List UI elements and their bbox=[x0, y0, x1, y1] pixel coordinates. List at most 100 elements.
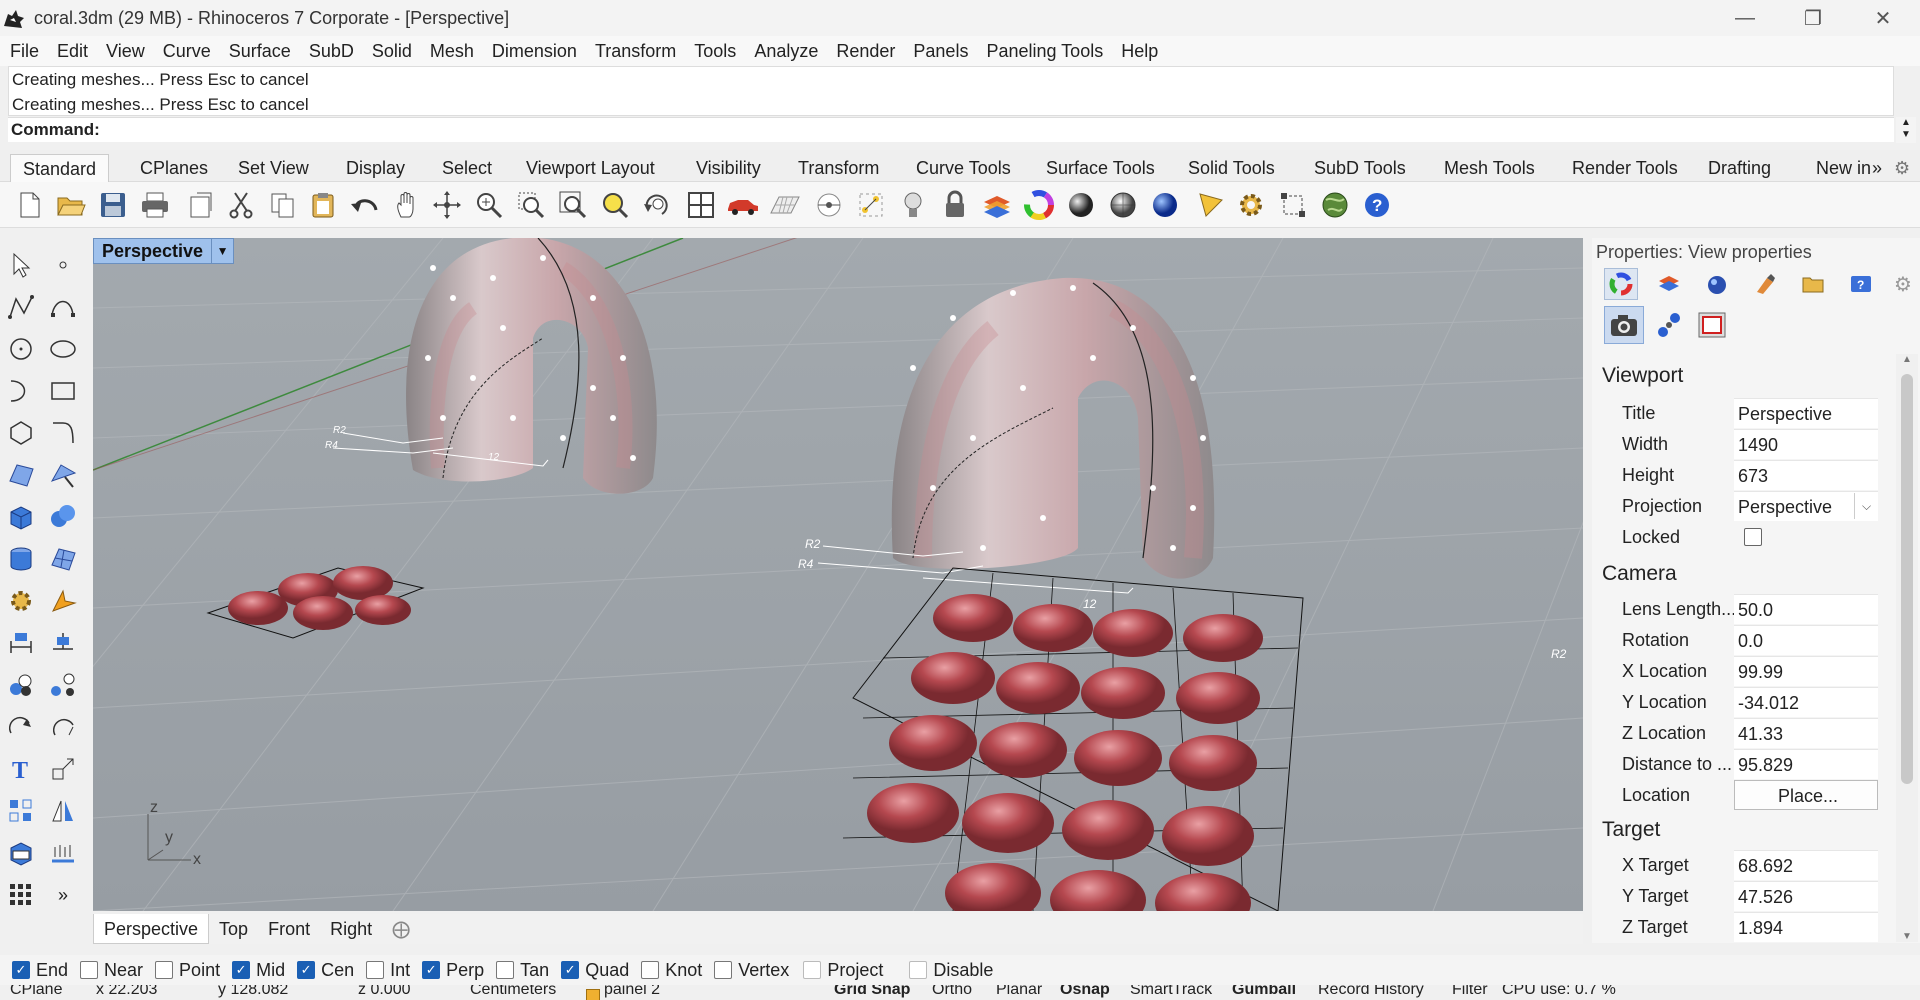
menu-file[interactable]: File bbox=[4, 41, 51, 62]
menu-tools[interactable]: Tools bbox=[688, 41, 748, 62]
fillet-curve-icon[interactable] bbox=[44, 414, 82, 452]
command-scroller[interactable]: ▲ ▼ bbox=[1896, 117, 1916, 143]
mesh-icon[interactable] bbox=[44, 540, 82, 578]
display-panel-icon[interactable] bbox=[1748, 268, 1782, 300]
status-cplane[interactable]: CPlane bbox=[10, 985, 62, 1000]
viewport-tab-right[interactable]: Right bbox=[320, 914, 382, 944]
scroll-down-icon[interactable]: ▼ bbox=[1896, 931, 1918, 942]
polyline-icon[interactable] bbox=[2, 288, 40, 326]
expand-palette-icon[interactable]: » bbox=[44, 876, 82, 914]
osnap-mid[interactable]: ✓ Mid bbox=[232, 960, 285, 981]
checkbox-checked-icon[interactable]: ✓ bbox=[297, 961, 316, 979]
menu-analyze[interactable]: Analyze bbox=[748, 41, 830, 62]
rendered-ball-icon[interactable] bbox=[1106, 188, 1140, 222]
open-icon[interactable] bbox=[54, 188, 88, 222]
object-properties-icon[interactable] bbox=[1604, 268, 1638, 300]
filter-toggle[interactable]: Filter bbox=[1452, 985, 1488, 1000]
curve-icon[interactable] bbox=[44, 288, 82, 326]
osnap-int[interactable]: Int bbox=[366, 960, 410, 981]
menu-view[interactable]: View bbox=[100, 41, 157, 62]
tab-visibility[interactable]: Visibility bbox=[684, 154, 773, 182]
dim-icon[interactable] bbox=[1276, 188, 1310, 222]
close-button[interactable]: ✕ bbox=[1848, 0, 1918, 36]
rotate3d-icon[interactable] bbox=[44, 708, 82, 746]
rectangle-icon[interactable] bbox=[44, 372, 82, 410]
analysis-icon[interactable] bbox=[1194, 188, 1228, 222]
render-sphere-icon[interactable] bbox=[1148, 188, 1182, 222]
menu-help[interactable]: Help bbox=[1115, 41, 1170, 62]
scale-icon[interactable] bbox=[44, 750, 82, 788]
tab-mesh-tools[interactable]: Mesh Tools bbox=[1432, 154, 1547, 182]
globe-icon[interactable] bbox=[1318, 188, 1352, 222]
pan-icon[interactable] bbox=[390, 188, 424, 222]
osnap-toggle[interactable]: Osnap bbox=[1060, 985, 1110, 1000]
record-history-toggle[interactable]: Record History bbox=[1318, 985, 1424, 1000]
tab-transform[interactable]: Transform bbox=[786, 154, 891, 182]
minimize-button[interactable]: — bbox=[1710, 0, 1780, 36]
height-field[interactable]: 673 bbox=[1734, 460, 1878, 490]
title-field[interactable]: Perspective bbox=[1734, 398, 1878, 428]
files-panel-icon[interactable] bbox=[1796, 268, 1830, 300]
tab-viewport-layout[interactable]: Viewport Layout bbox=[514, 154, 667, 182]
mirror-icon[interactable] bbox=[44, 792, 82, 830]
circle-icon[interactable] bbox=[2, 330, 40, 368]
menu-transform[interactable]: Transform bbox=[589, 41, 688, 62]
group-icon[interactable] bbox=[2, 666, 40, 704]
properties-scrollbar[interactable]: ▲ ▼ bbox=[1896, 354, 1918, 942]
panel-settings-gear-icon[interactable]: ⚙ bbox=[1886, 268, 1920, 300]
transform-gear-icon[interactable] bbox=[2, 582, 40, 620]
point-icon[interactable] bbox=[854, 188, 888, 222]
osnap-quad[interactable]: ✓ Quad bbox=[561, 960, 629, 981]
layer-color-swatch[interactable] bbox=[586, 989, 600, 1000]
help-panel-icon[interactable]: ? bbox=[1844, 268, 1878, 300]
more-tabs-icon[interactable]: » bbox=[1868, 154, 1886, 182]
cylinder-icon[interactable] bbox=[2, 540, 40, 578]
lens-length-field[interactable]: 50.0 bbox=[1734, 594, 1878, 624]
zoom-window-icon[interactable] bbox=[514, 188, 548, 222]
checkbox-icon[interactable] bbox=[641, 961, 660, 979]
light-icon[interactable] bbox=[896, 188, 930, 222]
tab-standard[interactable]: Standard bbox=[10, 154, 110, 182]
tab-solid-tools[interactable]: Solid Tools bbox=[1176, 154, 1287, 182]
menu-mesh[interactable]: Mesh bbox=[424, 41, 486, 62]
osnap-tan[interactable]: Tan bbox=[496, 960, 549, 981]
z-target-field[interactable]: 1.894 bbox=[1734, 912, 1878, 942]
scroll-up-icon[interactable]: ▲ bbox=[1896, 117, 1916, 129]
viewport-tab-front[interactable]: Front bbox=[258, 914, 320, 944]
osnap-vertex[interactable]: Vertex bbox=[714, 960, 789, 981]
distance-field[interactable]: 95.829 bbox=[1734, 749, 1878, 779]
osnap-cen[interactable]: ✓ Cen bbox=[297, 960, 354, 981]
cplane-icon[interactable] bbox=[812, 188, 846, 222]
checkbox-icon[interactable] bbox=[714, 961, 733, 979]
viewport-tab-top[interactable]: Top bbox=[209, 914, 258, 944]
block-icon[interactable] bbox=[2, 834, 40, 872]
checkbox-icon[interactable] bbox=[909, 961, 928, 979]
checkbox-checked-icon[interactable]: ✓ bbox=[12, 961, 30, 979]
save-icon[interactable] bbox=[96, 188, 130, 222]
arc-icon[interactable] bbox=[2, 372, 40, 410]
restore-button[interactable]: ❐ bbox=[1778, 0, 1848, 36]
shaded-ball-icon[interactable] bbox=[1064, 188, 1098, 222]
four-viewports-icon[interactable] bbox=[684, 188, 718, 222]
zoom-selected-icon[interactable] bbox=[598, 188, 632, 222]
new-icon[interactable] bbox=[12, 188, 46, 222]
x-location-field[interactable]: 99.99 bbox=[1734, 656, 1878, 686]
menu-edit[interactable]: Edit bbox=[51, 41, 100, 62]
viewport-tab-perspective[interactable]: Perspective bbox=[93, 914, 210, 944]
checkbox-icon[interactable] bbox=[366, 961, 385, 979]
osnap-end[interactable]: ✓ End bbox=[12, 960, 68, 981]
tab-settings-gear-icon[interactable]: ⚙ bbox=[1890, 154, 1914, 182]
zoom-extents-icon[interactable] bbox=[556, 188, 590, 222]
checkbox-icon[interactable] bbox=[80, 961, 99, 979]
menu-render[interactable]: Render bbox=[830, 41, 907, 62]
camera-tab-icon[interactable] bbox=[1604, 306, 1644, 344]
locked-checkbox[interactable] bbox=[1744, 528, 1762, 546]
tab-display[interactable]: Display bbox=[334, 154, 417, 182]
menu-subd[interactable]: SubD bbox=[303, 41, 366, 62]
layout-icon[interactable] bbox=[44, 834, 82, 872]
layer-icon[interactable] bbox=[980, 188, 1014, 222]
checkbox-icon[interactable] bbox=[155, 961, 174, 979]
color-wheel-icon[interactable] bbox=[1022, 188, 1056, 222]
car-icon[interactable] bbox=[726, 188, 760, 222]
osnap-knot[interactable]: Knot bbox=[641, 960, 702, 981]
